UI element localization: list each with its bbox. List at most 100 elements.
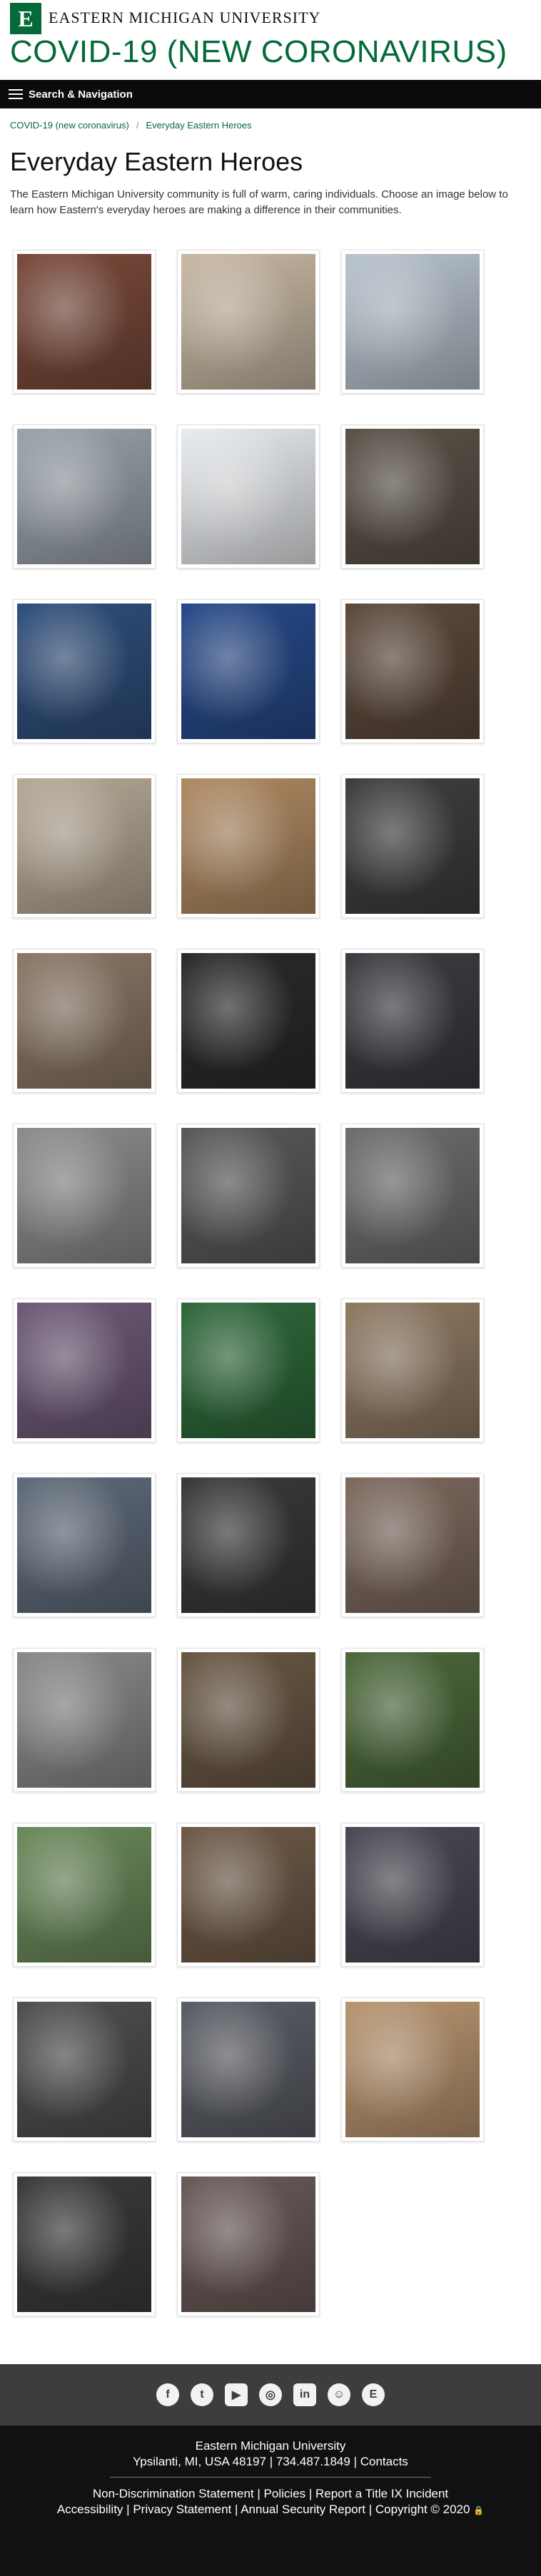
white-mask-photo[interactable] (181, 429, 315, 564)
gallery-tile[interactable] (177, 1648, 320, 1792)
gallery-tile[interactable] (13, 949, 156, 1093)
green-frames-photo[interactable] (181, 1303, 315, 1438)
footer-divider (110, 2477, 431, 2478)
mask-stacks-photo[interactable] (345, 429, 480, 564)
social-links: f t ▶ ◎ in ☺ E (0, 2364, 541, 2425)
mask-gloves-photo[interactable] (17, 1303, 151, 1438)
car-groceries-photo[interactable] (345, 953, 480, 1089)
colorful-mask-photo[interactable] (17, 604, 151, 739)
volunteer-porch-photo[interactable] (345, 604, 480, 739)
safety-glasses-photo[interactable] (345, 1303, 480, 1438)
woman-sewing-machine-photo[interactable] (181, 254, 315, 390)
footer-phone-link[interactable]: 734.487.1849 (276, 2455, 350, 2468)
blue-masks-photo[interactable] (181, 604, 315, 739)
gallery-tile[interactable] (341, 599, 484, 743)
gallery-tile[interactable] (13, 1997, 156, 2142)
face-shield-gown-photo[interactable] (345, 254, 480, 390)
breadcrumb-separator: / (136, 120, 139, 131)
pickup-truck-photo[interactable] (17, 2177, 151, 2312)
facebook-icon[interactable]: f (156, 2383, 179, 2406)
two-women-photo[interactable] (17, 1827, 151, 1962)
privacy-link[interactable]: Privacy Statement (133, 2503, 231, 2516)
acrylic-box-photo[interactable] (181, 1128, 315, 1263)
gallery-tile[interactable] (341, 1648, 484, 1792)
youtube-icon[interactable]: ▶ (225, 2383, 248, 2406)
search-navigation-bar[interactable]: Search & Navigation (0, 80, 541, 108)
gallery-tile[interactable] (177, 250, 320, 394)
accessibility-link[interactable]: Accessibility (57, 2503, 123, 2516)
food-bags-photo[interactable] (17, 953, 151, 1089)
gallery-tile[interactable] (177, 949, 320, 1093)
breadcrumb-link-covid[interactable]: COVID-19 (new coronavirus) (10, 120, 129, 131)
gallery-tile[interactable] (177, 2172, 320, 2316)
face-shield-box-photo[interactable] (17, 429, 151, 564)
gallery-tile[interactable] (177, 1124, 320, 1268)
logo-letter: E (18, 5, 34, 31)
gallery-tile[interactable] (341, 949, 484, 1093)
gallery-tile[interactable] (341, 1823, 484, 1967)
video-call-photo[interactable] (345, 778, 480, 914)
police-officers-photo[interactable] (181, 953, 315, 1089)
gallery-tile[interactable] (13, 424, 156, 569)
kids-car-trunk-photo[interactable] (345, 1827, 480, 1962)
breadcrumb-current[interactable]: Everyday Eastern Heroes (146, 120, 252, 131)
storage-bins-photo[interactable] (17, 1652, 151, 1788)
sewing-mask-photo[interactable] (17, 254, 151, 390)
gallery-tile[interactable] (177, 1823, 320, 1967)
gallery-tile[interactable] (341, 1473, 484, 1617)
gallery-tile[interactable] (177, 1997, 320, 2142)
gallery-tile[interactable] (177, 1298, 320, 1442)
gallery-tile[interactable] (341, 250, 484, 394)
boxes-stacked-photo[interactable] (345, 2002, 480, 2137)
emu-logo[interactable]: E (10, 3, 41, 34)
building-entrance-photo[interactable] (181, 2177, 315, 2312)
gallery-tile[interactable] (341, 1124, 484, 1268)
annual-security-link[interactable]: Annual Security Report (241, 2503, 365, 2516)
delivery-porch-photo[interactable] (345, 1477, 480, 1613)
supply-cart-photo[interactable] (17, 2002, 151, 2137)
gallery-tile[interactable] (341, 774, 484, 918)
page-title: Everyday Eastern Heroes (10, 147, 303, 176)
flickr-icon[interactable]: E (362, 2383, 385, 2406)
site-header: E EASTERN MICHIGAN UNIVERSITY COVID-19 (… (0, 0, 541, 80)
volunteers-boxes-photo[interactable] (17, 778, 151, 914)
gallery-tile[interactable] (13, 1473, 156, 1617)
man-selfie-photo[interactable] (181, 1477, 315, 1613)
gallery-tile[interactable] (13, 1124, 156, 1268)
gallery-tile[interactable] (177, 774, 320, 918)
linkedin-icon[interactable]: in (293, 2383, 316, 2406)
gallery-tile[interactable] (13, 250, 156, 394)
snapchat-icon[interactable]: ☺ (328, 2383, 350, 2406)
footer-contacts-link[interactable]: Contacts (360, 2455, 408, 2468)
report-title-ix-link[interactable]: Report a Title IX Incident (315, 2487, 448, 2500)
man-glasses-photo[interactable] (17, 1477, 151, 1613)
gallery-tile[interactable] (13, 1648, 156, 1792)
acrylic-boxes-photo[interactable] (345, 1128, 480, 1263)
gallery-tile[interactable] (341, 424, 484, 569)
kids-swoop-photo[interactable] (181, 1827, 315, 1962)
policies-link[interactable]: Policies (264, 2487, 306, 2500)
gallery-tile[interactable] (177, 1473, 320, 1617)
gallery-tile[interactable] (177, 424, 320, 569)
university-name[interactable]: EASTERN MICHIGAN UNIVERSITY (49, 9, 320, 27)
cardboard-boxes-photo[interactable] (181, 778, 315, 914)
intro-text: The Eastern Michigan University communit… (10, 188, 508, 216)
gallery-tile[interactable] (13, 2172, 156, 2316)
donation-box-photo[interactable] (181, 1652, 315, 1788)
search-navigation-label[interactable]: Search & Navigation (29, 88, 133, 101)
gallery-tile[interactable] (177, 599, 320, 743)
laundry-machines-photo[interactable] (17, 1128, 151, 1263)
suv-donations-photo[interactable] (181, 2002, 315, 2137)
twitter-icon[interactable]: t (191, 2383, 213, 2406)
instagram-icon[interactable]: ◎ (259, 2383, 282, 2406)
gallery-tile[interactable] (341, 1298, 484, 1442)
gallery-tile[interactable] (13, 599, 156, 743)
nondiscrimination-link[interactable]: Non-Discrimination Statement (93, 2487, 254, 2500)
gallery-tile[interactable] (13, 1298, 156, 1442)
gallery-tile[interactable] (13, 774, 156, 918)
site-title[interactable]: COVID-19 (NEW CORONAVIRUS) (10, 34, 507, 70)
women-selfie-photo[interactable] (345, 1652, 480, 1788)
hamburger-menu-icon[interactable] (9, 89, 23, 99)
gallery-tile[interactable] (13, 1823, 156, 1967)
gallery-tile[interactable] (341, 1997, 484, 2142)
